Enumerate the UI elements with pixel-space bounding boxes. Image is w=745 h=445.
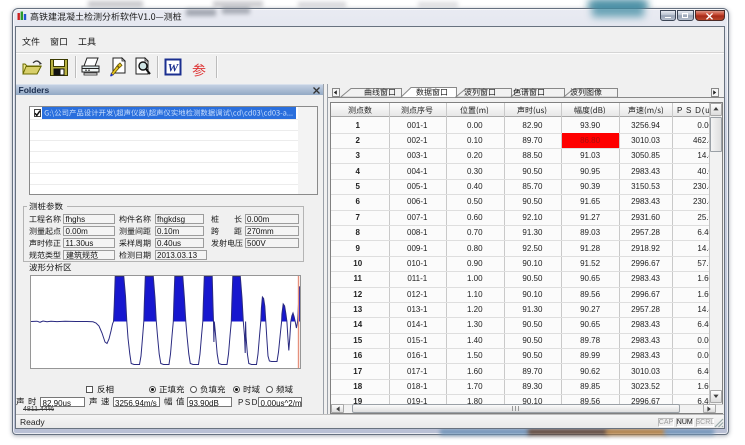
svg-text:W: W — [168, 61, 180, 75]
